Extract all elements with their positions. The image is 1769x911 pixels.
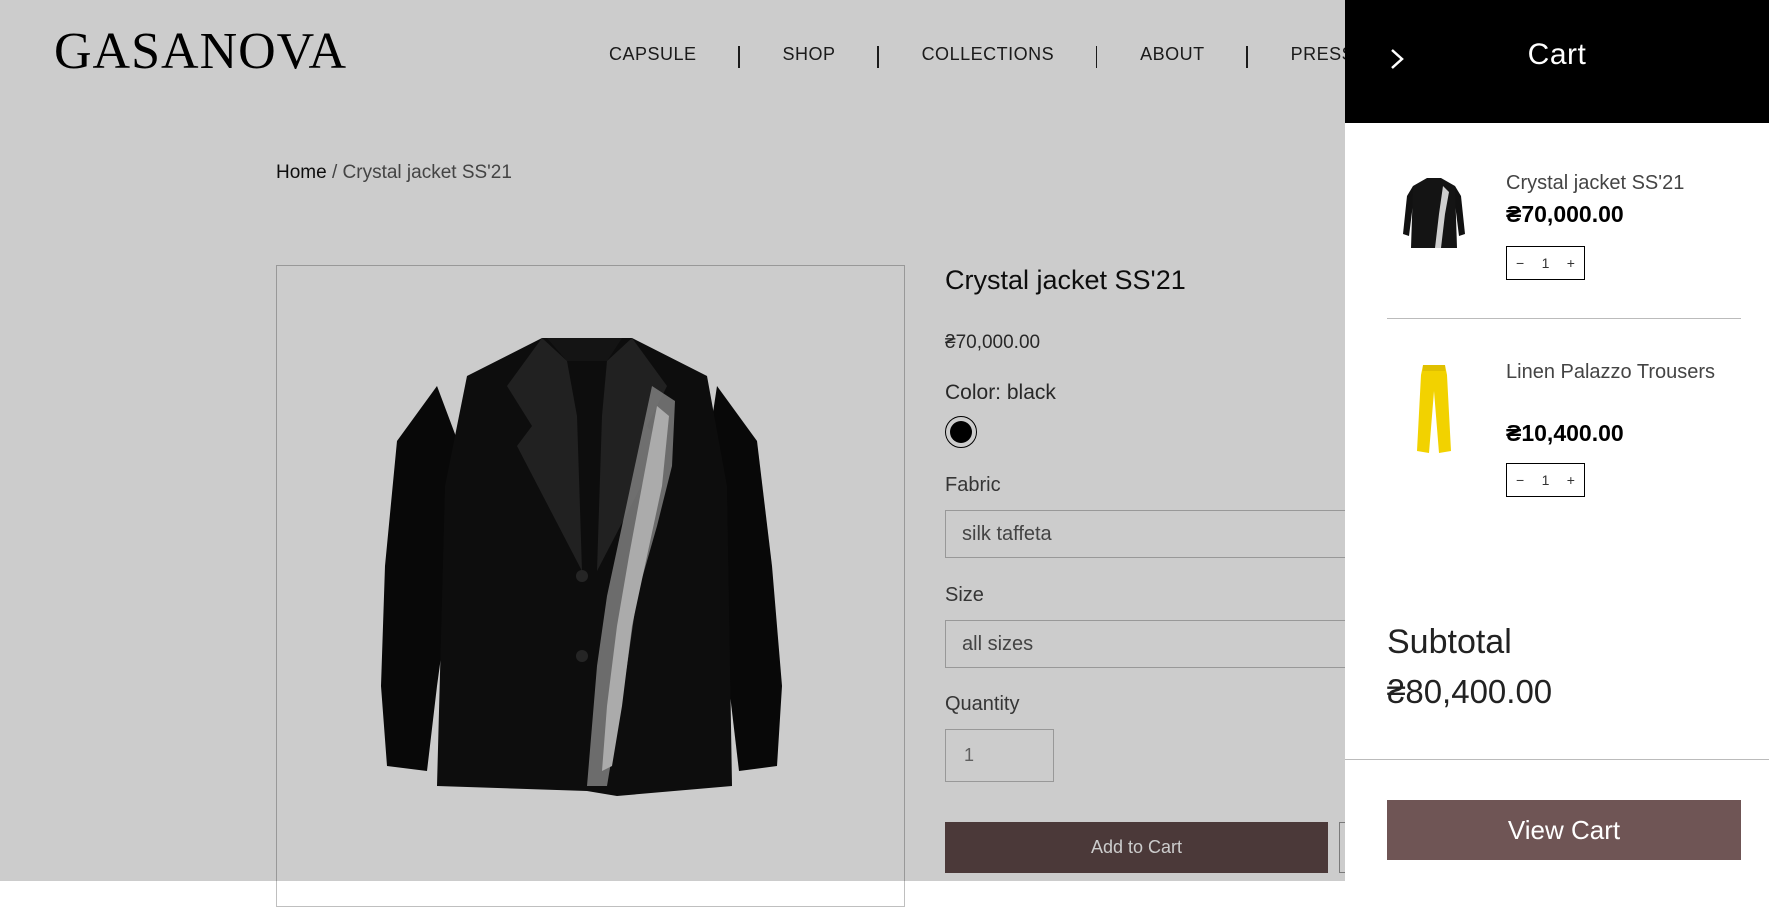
cart-footer-divider (1345, 759, 1769, 760)
cart-title: Cart (1527, 38, 1587, 71)
cart-item: Linen Palazzo Trousers ₴10,400.00 − 1 + (1387, 357, 1741, 497)
page-dim-overlay[interactable] (0, 0, 1345, 881)
increase-button[interactable]: + (1567, 472, 1575, 488)
quantity-value[interactable]: 1 (1542, 472, 1550, 488)
decrease-button[interactable]: − (1516, 255, 1524, 271)
increase-button[interactable]: + (1567, 255, 1575, 271)
quantity-stepper: − 1 + (1506, 463, 1585, 497)
trousers-thumbnail[interactable] (1399, 361, 1469, 461)
subtotal-label: Subtotal (1387, 623, 1512, 661)
cart-panel: Cart Crystal jacket SS'21 ₴70,000.00 − 1… (1345, 0, 1769, 881)
subtotal-value: ₴80,400.00 (1387, 673, 1553, 710)
cart-item-price: ₴70,000.00 (1506, 201, 1624, 227)
cart-item: Crystal jacket SS'21 ₴70,000.00 − 1 + (1387, 168, 1741, 288)
quantity-value[interactable]: 1 (1542, 255, 1550, 271)
jacket-thumbnail[interactable] (1399, 174, 1469, 258)
cart-item-name[interactable]: Crystal jacket SS'21 (1506, 168, 1726, 198)
cart-item-divider (1387, 318, 1741, 319)
cart-item-price: ₴10,400.00 (1506, 420, 1624, 446)
cart-item-name[interactable]: Linen Palazzo Trousers (1506, 357, 1726, 387)
view-cart-button[interactable]: View Cart (1387, 800, 1741, 860)
cart-header: Cart (1345, 0, 1769, 123)
quantity-stepper: − 1 + (1506, 246, 1585, 280)
decrease-button[interactable]: − (1516, 472, 1524, 488)
